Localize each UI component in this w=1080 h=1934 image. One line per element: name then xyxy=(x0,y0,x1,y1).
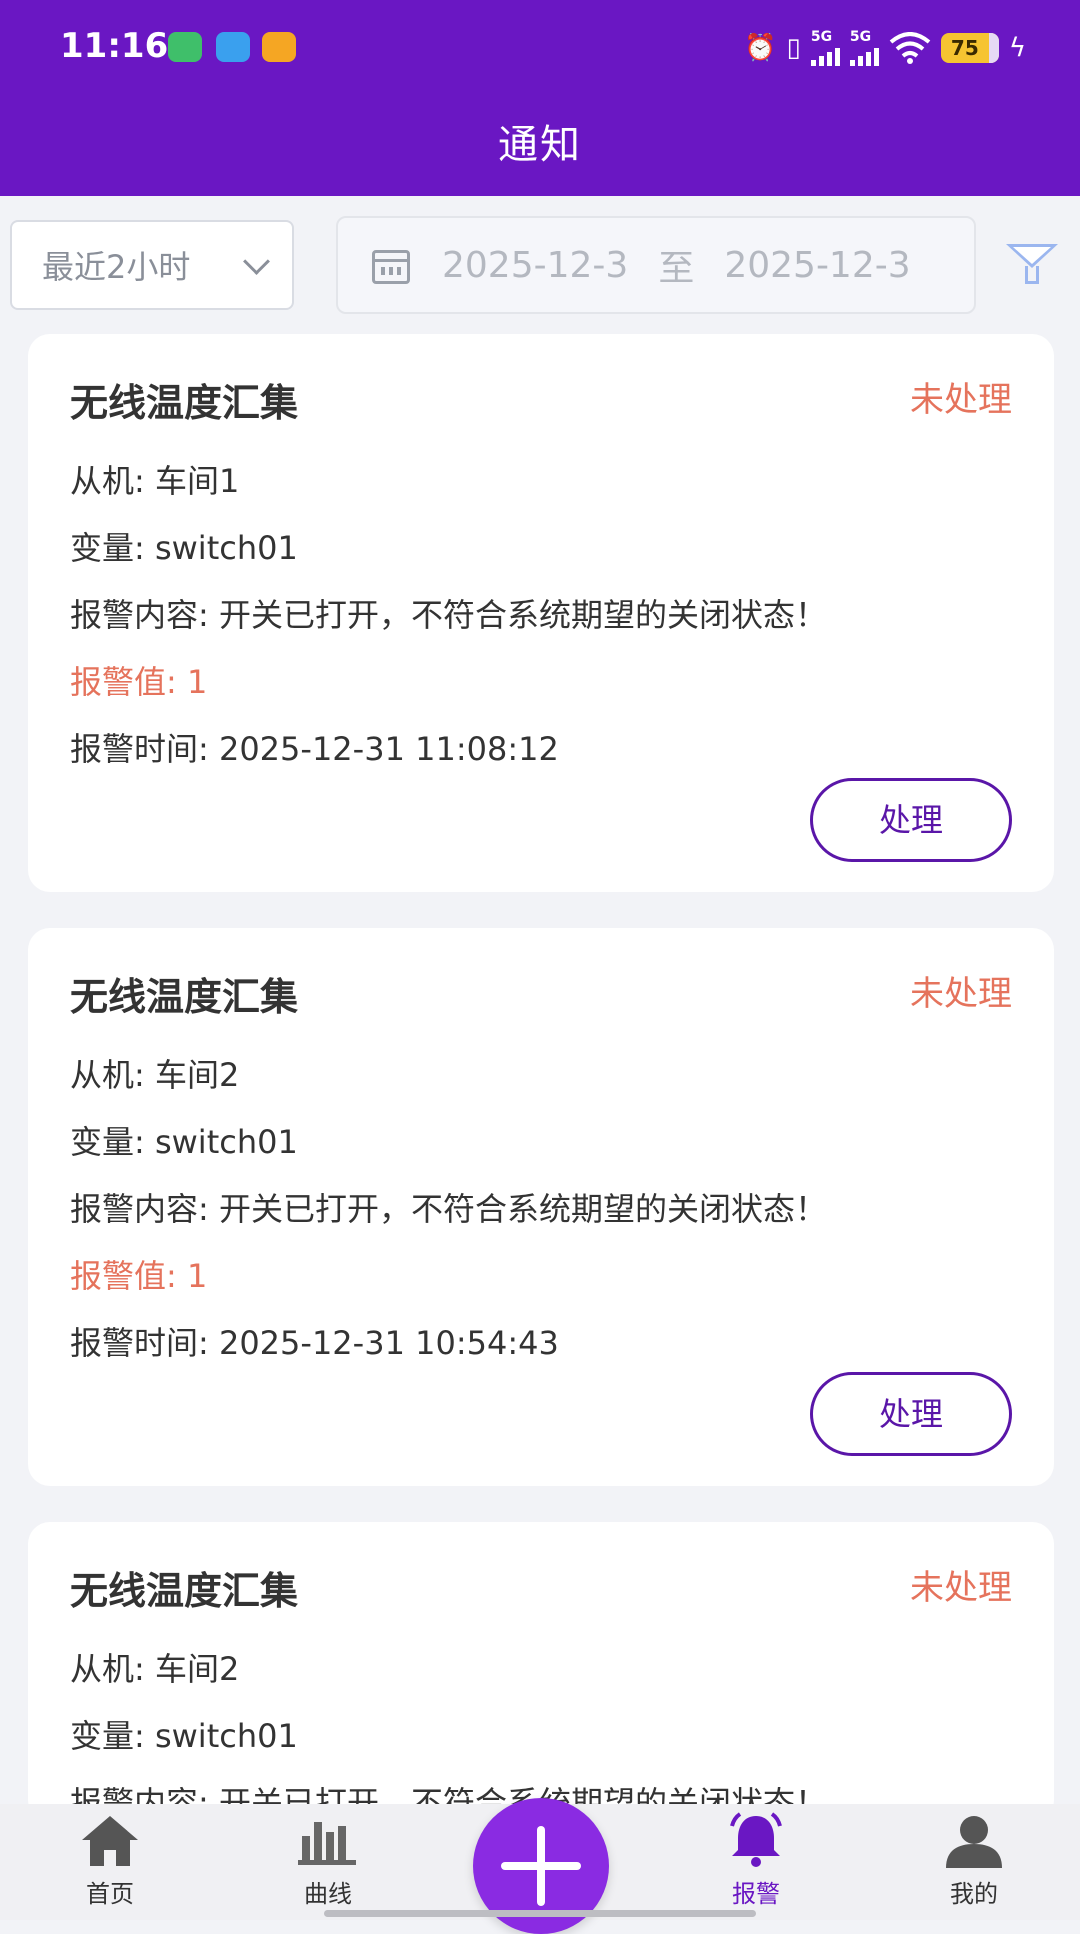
user-icon xyxy=(946,1816,1002,1868)
card-time: 报警时间: 2025-12-31 11:08:12 xyxy=(70,730,559,768)
top-bar: 11:16 ⏰ ▯ 5G 5G 75 ϟ 通知 xyxy=(0,0,1080,196)
battery-icon: 75 xyxy=(940,33,999,63)
charging-icon: ϟ xyxy=(1008,33,1026,63)
status-icons: ⏰ ▯ 5G 5G 75 ϟ xyxy=(744,26,1026,70)
card-slave: 从机: 车间2 xyxy=(70,1056,240,1094)
app-notification-icon xyxy=(168,32,202,62)
clipboard-notification-icon xyxy=(262,32,296,62)
signal-5g-2-icon: 5G xyxy=(849,30,879,66)
card-slave: 从机: 车间1 xyxy=(70,462,240,500)
card-title: 无线温度汇集 xyxy=(70,381,299,425)
date-end: 2025-12-3 xyxy=(724,244,911,286)
status-badge: 未处理 xyxy=(910,380,1012,420)
card-title: 无线温度汇集 xyxy=(70,1569,299,1613)
handle-button[interactable]: 处理 xyxy=(810,1372,1012,1456)
date-separator: 至 xyxy=(658,248,695,289)
time-range-select[interactable]: 最近2小时 xyxy=(10,220,294,310)
alarm-card: 无线温度汇集 未处理 从机: 车间2 变量: switch01 报警内容: 开关… xyxy=(28,928,1054,1486)
card-variable: 变量: switch01 xyxy=(70,1123,298,1161)
tab-mine-label: 我的 xyxy=(950,1880,998,1908)
card-content: 报警内容: 开关已打开，不符合系统期望的关闭状态！ xyxy=(70,596,827,634)
status-badge: 未处理 xyxy=(910,1568,1012,1608)
alarm-card: 无线温度汇集 未处理 从机: 车间2 变量: switch01 报警内容: 开关… xyxy=(28,1522,1054,1822)
tab-mine[interactable]: 我的 xyxy=(894,1804,1054,1920)
bell-icon xyxy=(730,1812,782,1867)
time-range-value: 最近2小时 xyxy=(42,248,191,286)
alarm-card: 无线温度汇集 未处理 从机: 车间1 变量: switch01 报警内容: 开关… xyxy=(28,334,1054,892)
calendar-icon xyxy=(372,250,410,284)
tab-home[interactable]: 首页 xyxy=(30,1804,190,1920)
handle-button[interactable]: 处理 xyxy=(810,778,1012,862)
card-variable: 变量: switch01 xyxy=(70,529,298,567)
status-bar: 11:16 ⏰ ▯ 5G 5G 75 ϟ xyxy=(0,0,1080,96)
wifi-icon xyxy=(889,32,931,64)
status-badge: 未处理 xyxy=(910,974,1012,1014)
tab-curve-label: 曲线 xyxy=(304,1880,352,1908)
signal-5g-1-icon: 5G xyxy=(810,30,840,66)
date-start: 2025-12-3 xyxy=(442,244,629,286)
card-value: 报警值: 1 xyxy=(70,1257,208,1295)
tab-alarm-label: 报警 xyxy=(732,1880,780,1908)
tab-alarm[interactable]: 报警 xyxy=(676,1804,836,1920)
card-time: 报警时间: 2025-12-31 10:54:43 xyxy=(70,1324,559,1362)
chevron-down-icon xyxy=(243,248,270,275)
card-value: 报警值: 1 xyxy=(70,663,208,701)
card-title: 无线温度汇集 xyxy=(70,975,299,1019)
tab-home-label: 首页 xyxy=(86,1880,134,1908)
status-time: 11:16 xyxy=(60,26,169,66)
page-title: 通知 xyxy=(498,122,582,168)
cloud-notification-icon xyxy=(216,32,250,62)
card-variable: 变量: switch01 xyxy=(70,1717,298,1755)
bar-chart-icon xyxy=(298,1822,356,1865)
vibrate-icon: ▯ xyxy=(786,33,801,63)
card-slave: 从机: 车间2 xyxy=(70,1650,240,1688)
home-icon xyxy=(82,1816,138,1866)
date-range-picker[interactable]: 2025-12-3 至 2025-12-3 xyxy=(336,216,976,314)
card-content: 报警内容: 开关已打开，不符合系统期望的关闭状态！ xyxy=(70,1190,827,1228)
tab-curve[interactable]: 曲线 xyxy=(248,1804,408,1920)
alarm-clock-icon: ⏰ xyxy=(744,33,777,63)
home-indicator[interactable] xyxy=(324,1910,756,1917)
